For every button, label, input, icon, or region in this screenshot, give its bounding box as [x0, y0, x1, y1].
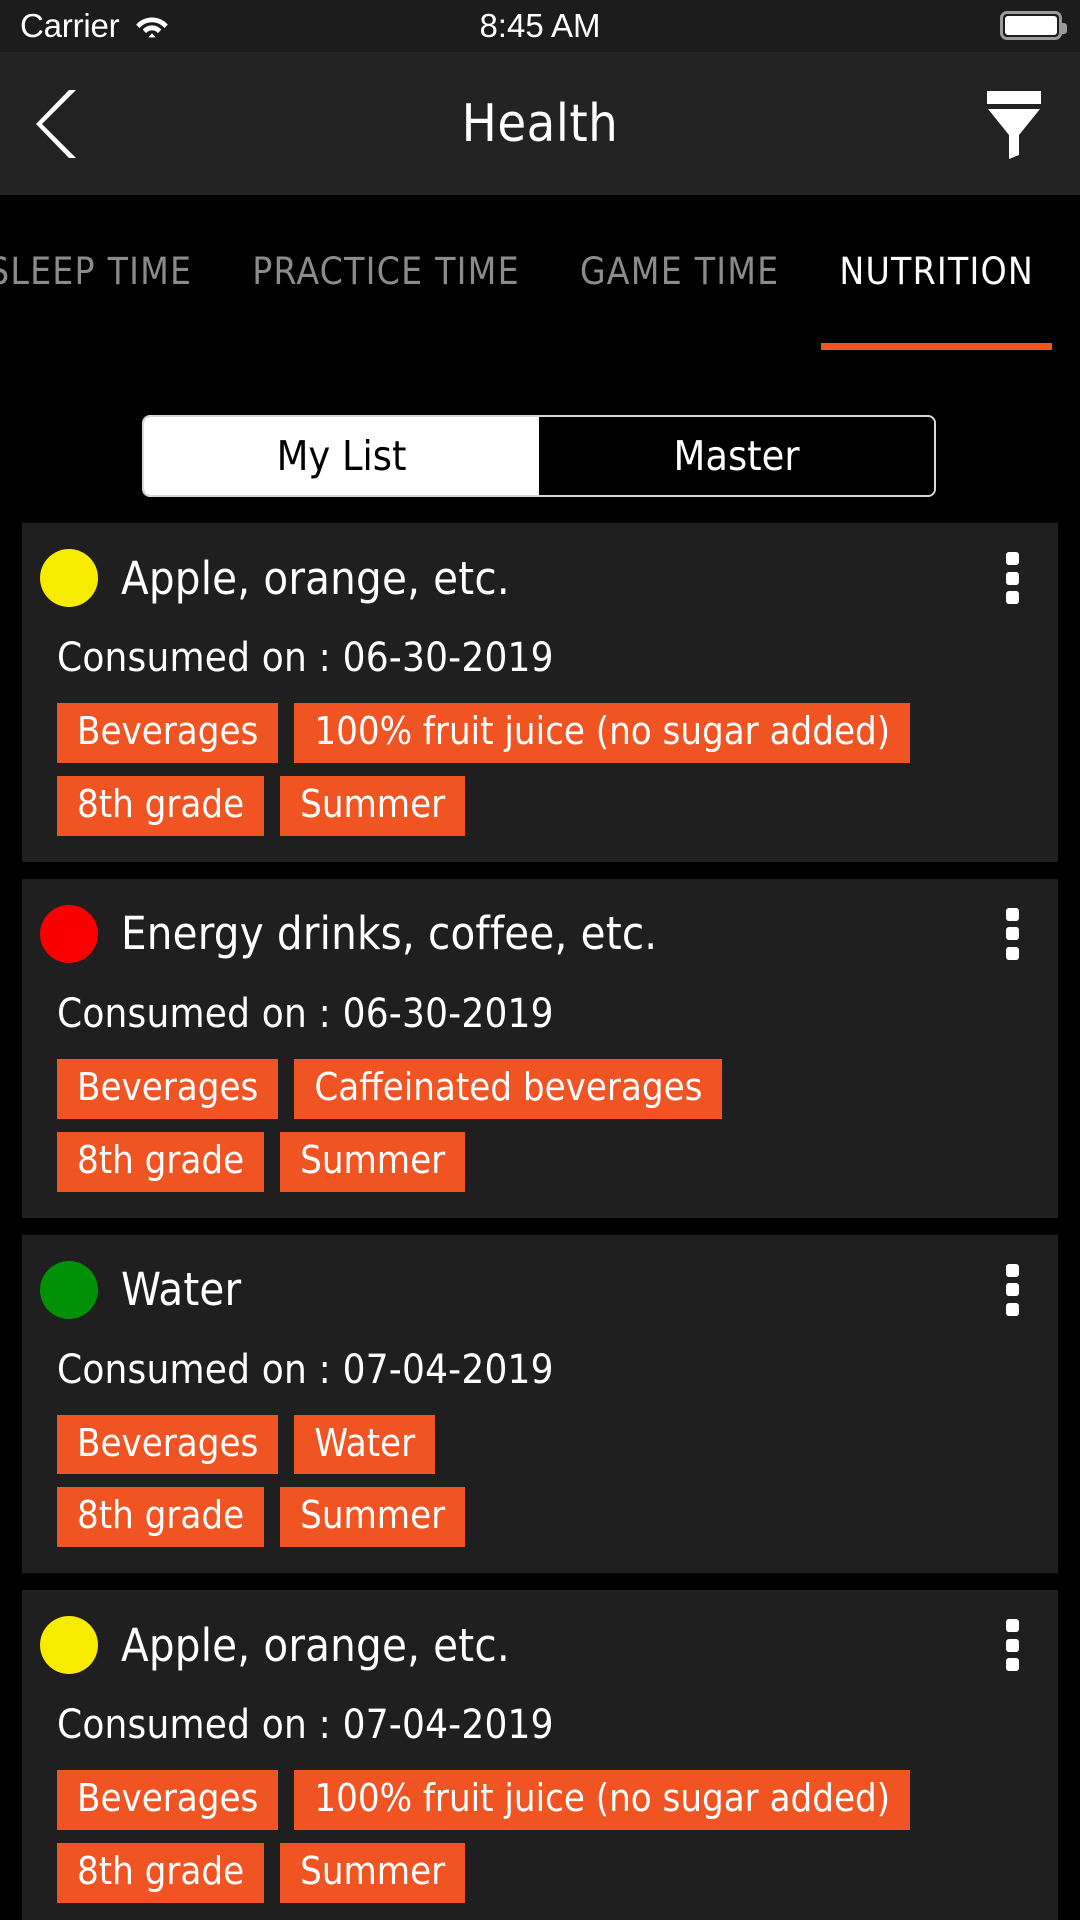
- tab-label: PRACTICE TIME: [252, 250, 520, 293]
- status-bar-right: [1000, 11, 1067, 40]
- status-dot-red: [40, 904, 98, 963]
- card-title: Apple, orange, etc.: [121, 551, 510, 605]
- tab-label: NUTRITION: [839, 250, 1034, 293]
- tab-sleep-time[interactable]: SLEEP TIME: [0, 195, 222, 360]
- card-header: Energy drinks, coffee, etc.: [40, 901, 1040, 967]
- consumed-on-text: Consumed on : 06-30-2019: [57, 990, 554, 1037]
- battery-full-icon: [1000, 11, 1067, 40]
- card-title: Apple, orange, etc.: [121, 1618, 510, 1672]
- nutrition-card[interactable]: Energy drinks, coffee, etc. Consumed on :…: [22, 878, 1058, 1218]
- tag-row: Beverages Water: [57, 1414, 1040, 1475]
- tag-row: 8th grade Summer: [57, 1487, 1040, 1548]
- tag-group: Beverages 100% fruit juice (no sugar adde…: [57, 703, 1040, 836]
- kebab-menu-icon[interactable]: [990, 1615, 1034, 1675]
- filter-button[interactable]: [974, 79, 1054, 169]
- tag-chip: 100% fruit juice (no sugar added): [294, 1770, 911, 1831]
- tag-chip: 8th grade: [57, 1487, 265, 1548]
- filter-funnel-icon: [987, 90, 1041, 159]
- status-bar: Carrier 8:45 AM: [0, 0, 1080, 52]
- tag-chip: 8th grade: [57, 775, 265, 836]
- tab-row: SLEEP TIME PRACTICE TIME GAME TIME NUTRITIO…: [0, 195, 1064, 360]
- tag-chip: Beverages: [57, 1058, 279, 1119]
- segment-label: Master: [673, 432, 800, 480]
- tag-chip: 8th grade: [57, 1843, 265, 1904]
- tag-chip: Summer: [280, 1843, 466, 1904]
- page-title: Health: [461, 93, 619, 154]
- status-bar-clock: 8:45 AM: [479, 7, 601, 44]
- tag-row: Beverages 100% fruit juice (no sugar adde…: [57, 1770, 1040, 1831]
- status-dot-green: [40, 1260, 98, 1319]
- tag-group: Beverages Water 8th grade Summer: [57, 1414, 1040, 1548]
- tag-row: Beverages Caffeinated beverages: [57, 1058, 1040, 1119]
- tag-chip: Summer: [280, 1487, 466, 1548]
- card-title: Energy drinks, coffee, etc.: [121, 907, 658, 961]
- tab-nutrition[interactable]: NUTRITION: [809, 195, 1064, 360]
- card-title: Water: [121, 1263, 242, 1317]
- tag-chip: 8th grade: [57, 1131, 265, 1192]
- list-scope-segmented-control[interactable]: My List Master: [142, 415, 936, 497]
- kebab-menu-icon[interactable]: [990, 904, 1034, 964]
- status-dot-yellow: [40, 1616, 98, 1675]
- card-header: Water: [40, 1257, 1040, 1323]
- tag-row: 8th grade Summer: [57, 1843, 1040, 1904]
- consumed-on-text: Consumed on : 06-30-2019: [57, 635, 554, 681]
- tab-label: GAME TIME: [579, 250, 780, 293]
- kebab-menu-icon[interactable]: [990, 548, 1034, 608]
- nutrition-card[interactable]: Water Consumed on : 07-04-2019 Beverages Wa…: [22, 1234, 1058, 1574]
- tab-strip[interactable]: SLEEP TIME PRACTICE TIME GAME TIME NUTRITIO…: [0, 195, 1080, 360]
- tag-chip: Summer: [280, 1131, 466, 1192]
- tab-label: SLEEP TIME: [0, 250, 193, 293]
- tag-chip: Caffeinated beverages: [294, 1058, 723, 1119]
- tag-row: 8th grade Summer: [57, 1131, 1040, 1192]
- segment-label: My List: [276, 432, 407, 480]
- tag-chip: Water: [294, 1414, 436, 1475]
- kebab-menu-icon[interactable]: [990, 1260, 1034, 1320]
- tag-group: Beverages Caffeinated beverages 8th grade S…: [57, 1058, 1040, 1192]
- tag-row: Beverages 100% fruit juice (no sugar adde…: [57, 703, 1040, 763]
- card-header: Apple, orange, etc.: [40, 1612, 1040, 1678]
- segment-master[interactable]: Master: [539, 417, 934, 495]
- consumed-on-text: Consumed on : 07-04-2019: [57, 1702, 554, 1749]
- tag-chip: Summer: [280, 775, 466, 836]
- navigation-bar: Health: [0, 52, 1080, 195]
- tab-practice-time[interactable]: PRACTICE TIME: [222, 195, 550, 360]
- tag-chip: Beverages: [57, 1414, 279, 1475]
- tab-game-time[interactable]: GAME TIME: [550, 195, 810, 360]
- tag-chip: 100% fruit juice (no sugar added): [294, 703, 911, 763]
- tag-group: Beverages 100% fruit juice (no sugar adde…: [57, 1770, 1040, 1904]
- segment-my-list[interactable]: My List: [144, 417, 539, 495]
- tag-row: 8th grade Summer: [57, 775, 1040, 836]
- nutrition-card[interactable]: Apple, orange, etc. Consumed on : 07-04-2…: [22, 1590, 1058, 1920]
- tag-chip: Beverages: [57, 1770, 279, 1831]
- card-header: Apple, orange, etc.: [40, 545, 1040, 611]
- status-dot-yellow: [40, 549, 98, 607]
- tag-chip: Beverages: [57, 703, 279, 763]
- nutrition-list[interactable]: Apple, orange, etc. Consumed on : 06-30-2…: [0, 523, 1080, 1920]
- consumed-on-text: Consumed on : 07-04-2019: [57, 1346, 554, 1393]
- nutrition-card[interactable]: Apple, orange, etc. Consumed on : 06-30-2…: [22, 523, 1058, 862]
